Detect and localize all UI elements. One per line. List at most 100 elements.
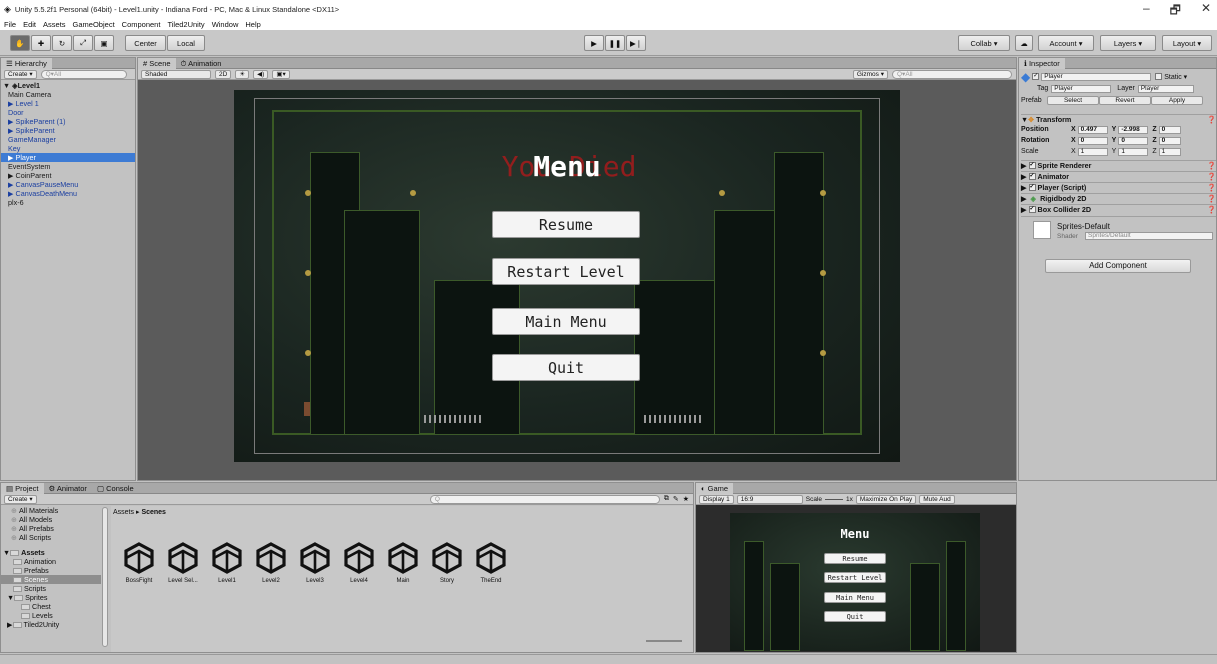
menu-edit[interactable]: Edit bbox=[23, 20, 36, 29]
hierarchy-item[interactable]: EventSystem bbox=[1, 162, 135, 171]
favorite-item[interactable]: ⊕ All Scripts bbox=[1, 533, 101, 542]
prefab-select-button[interactable]: Select bbox=[1047, 96, 1099, 105]
maximize-on-play-toggle[interactable]: Maximize On Play bbox=[855, 494, 917, 504]
gizmos-button[interactable]: Gizmos ▾ bbox=[852, 69, 888, 79]
help-icon[interactable]: ❓ bbox=[1207, 161, 1216, 170]
prefab-revert-button[interactable]: Revert bbox=[1099, 96, 1151, 105]
play-icon[interactable]: ▶ bbox=[584, 35, 604, 51]
mode-2d-toggle[interactable]: 2D bbox=[215, 69, 232, 79]
filter-type-icon[interactable]: ⧉ bbox=[664, 495, 669, 503]
mute-audio-toggle[interactable]: Mute Aud bbox=[919, 494, 955, 504]
effects-toggle-icon[interactable]: ▣▾ bbox=[272, 69, 290, 79]
folder-item[interactable]: ▶ Tiled2Unity bbox=[1, 620, 101, 629]
pause-icon[interactable]: ❚❚ bbox=[605, 35, 625, 51]
layout-button[interactable]: Layout ▾ bbox=[1162, 35, 1212, 51]
hierarchy-item[interactable]: Key bbox=[1, 144, 135, 153]
light-toggle-icon[interactable]: ☀ bbox=[235, 69, 250, 79]
scene-canvas[interactable]: You Died Menu Resume Restart Level Main … bbox=[234, 90, 900, 462]
scale-slider[interactable] bbox=[825, 498, 843, 500]
project-create-button[interactable]: Create ▾ bbox=[4, 494, 37, 504]
layers-button[interactable]: Layers ▾ bbox=[1100, 35, 1156, 51]
hierarchy-item[interactable]: ▶ Player bbox=[1, 153, 135, 162]
hierarchy-item[interactable]: ▶ CanvasDeathMenu bbox=[1, 189, 135, 198]
pivot-local-button[interactable]: Local bbox=[167, 35, 205, 51]
menu-component[interactable]: Component bbox=[122, 20, 161, 29]
position-z-input[interactable]: 0 bbox=[1158, 125, 1181, 134]
scene-asset[interactable]: Level4 bbox=[339, 542, 379, 584]
add-component-button[interactable]: Add Component bbox=[1045, 259, 1191, 273]
hierarchy-item[interactable]: Door bbox=[1, 108, 135, 117]
scale-y-input[interactable]: 1 bbox=[1118, 147, 1149, 156]
tab-game[interactable]: ◐ Game bbox=[696, 483, 734, 494]
rect-tool-icon[interactable]: ▣ bbox=[94, 35, 114, 51]
hierarchy-item[interactable]: GameManager bbox=[1, 135, 135, 144]
scene-root[interactable]: ▼ ◈Level1 bbox=[1, 81, 135, 90]
game-viewport[interactable]: Menu Resume Restart Level Main Menu Quit bbox=[730, 513, 980, 651]
rotation-z-input[interactable]: 0 bbox=[1158, 136, 1181, 145]
move-tool-icon[interactable]: ✚ bbox=[31, 35, 51, 51]
scene-asset[interactable]: Level2 bbox=[251, 542, 291, 584]
rotate-tool-icon[interactable]: ↻ bbox=[52, 35, 72, 51]
sprite-renderer-header[interactable]: ▶ ✓ Sprite Renderer ❓ bbox=[1021, 160, 1216, 170]
scale-tool-icon[interactable]: ⤢ bbox=[73, 35, 93, 51]
display-select[interactable]: Display 1 bbox=[699, 494, 734, 504]
position-y-input[interactable]: -2.998 bbox=[1118, 125, 1149, 134]
resume-button[interactable]: Resume bbox=[492, 211, 640, 238]
boxcollider2d-header[interactable]: ▶ ✓ Box Collider 2D ❓ bbox=[1021, 204, 1216, 214]
tab-scene[interactable]: # Scene bbox=[138, 58, 176, 69]
menu-window[interactable]: Window bbox=[212, 20, 239, 29]
game-restart-level-button[interactable]: Restart Level bbox=[824, 572, 886, 583]
scene-search-input[interactable]: Q▾All bbox=[892, 69, 1012, 79]
folder-item[interactable]: Levels bbox=[1, 611, 101, 620]
hierarchy-item[interactable]: ▶ CoinParent bbox=[1, 171, 135, 180]
folder-item[interactable]: Chest bbox=[1, 602, 101, 611]
component-enabled-checkbox[interactable]: ✓ bbox=[1028, 162, 1036, 169]
folder-item[interactable]: Animation bbox=[1, 557, 101, 566]
player-script-header[interactable]: ▶ ✓ Player (Script) ❓ bbox=[1021, 182, 1216, 192]
filter-label-icon[interactable]: ✎ bbox=[673, 495, 679, 503]
component-enabled-checkbox[interactable]: ✓ bbox=[1028, 173, 1036, 180]
restart-level-button[interactable]: Restart Level bbox=[492, 258, 640, 285]
collab-button[interactable]: Collab ▾ bbox=[958, 35, 1010, 51]
favorite-icon[interactable]: ★ bbox=[683, 495, 689, 503]
transform-header[interactable]: ▼ ✥ Transform ❓ bbox=[1021, 114, 1216, 124]
component-enabled-checkbox[interactable]: ✓ bbox=[1028, 206, 1036, 213]
quit-button[interactable]: Quit bbox=[492, 354, 640, 381]
tab-console[interactable]: ▢ Console bbox=[92, 483, 139, 494]
scene-asset[interactable]: Level1 bbox=[207, 542, 247, 584]
menu-assets[interactable]: Assets bbox=[43, 20, 66, 29]
scale-x-input[interactable]: 1 bbox=[1077, 147, 1108, 156]
position-x-input[interactable]: 0.497 bbox=[1077, 125, 1108, 134]
favorite-item[interactable]: ⊕ All Materials bbox=[1, 506, 101, 515]
hierarchy-item[interactable]: ▶ Level 1 bbox=[1, 99, 135, 108]
account-button[interactable]: Account ▾ bbox=[1038, 35, 1094, 51]
folder-item[interactable]: Scripts bbox=[1, 584, 101, 593]
hierarchy-search-input[interactable]: Q▾All bbox=[40, 69, 127, 79]
hierarchy-item[interactable]: plx-6 bbox=[1, 198, 135, 207]
game-main-menu-button[interactable]: Main Menu bbox=[824, 592, 886, 603]
favorite-item[interactable]: ⊕ All Prefabs bbox=[1, 524, 101, 533]
zoom-slider[interactable] bbox=[646, 640, 682, 642]
rigidbody2d-header[interactable]: ▶ ◈ Rigidbody 2D ❓ bbox=[1021, 193, 1216, 203]
menu-tiled2unity[interactable]: Tiled2Unity bbox=[167, 20, 204, 29]
scene-asset[interactable]: Story bbox=[427, 542, 467, 584]
breadcrumb-scenes[interactable]: Scenes bbox=[141, 509, 166, 516]
scene-asset[interactable]: TheEnd bbox=[471, 542, 511, 584]
active-checkbox[interactable]: ✓ bbox=[1032, 73, 1040, 80]
tab-animator[interactable]: ⚙ Animator bbox=[44, 483, 92, 494]
cloud-icon[interactable]: ☁ bbox=[1015, 35, 1033, 51]
scene-asset[interactable]: BossFight bbox=[119, 542, 159, 584]
scale-z-input[interactable]: 1 bbox=[1158, 147, 1181, 156]
folder-item[interactable]: ▼ Sprites bbox=[1, 593, 101, 602]
prefab-apply-button[interactable]: Apply bbox=[1151, 96, 1203, 105]
hierarchy-item[interactable]: ▶ CanvasPauseMenu bbox=[1, 180, 135, 189]
audio-toggle-icon[interactable]: ◀) bbox=[253, 69, 269, 79]
hierarchy-create-button[interactable]: Create ▾ bbox=[4, 69, 37, 79]
hierarchy-item[interactable]: Main Camera bbox=[1, 90, 135, 99]
game-quit-button[interactable]: Quit bbox=[824, 611, 886, 622]
layer-select[interactable]: Player bbox=[1137, 84, 1194, 93]
main-menu-button[interactable]: Main Menu bbox=[492, 308, 640, 335]
shader-select[interactable]: Sprites/Default bbox=[1085, 232, 1213, 240]
tab-hierarchy[interactable]: ☰ Hierarchy bbox=[1, 58, 52, 69]
menu-help[interactable]: Help bbox=[245, 20, 260, 29]
